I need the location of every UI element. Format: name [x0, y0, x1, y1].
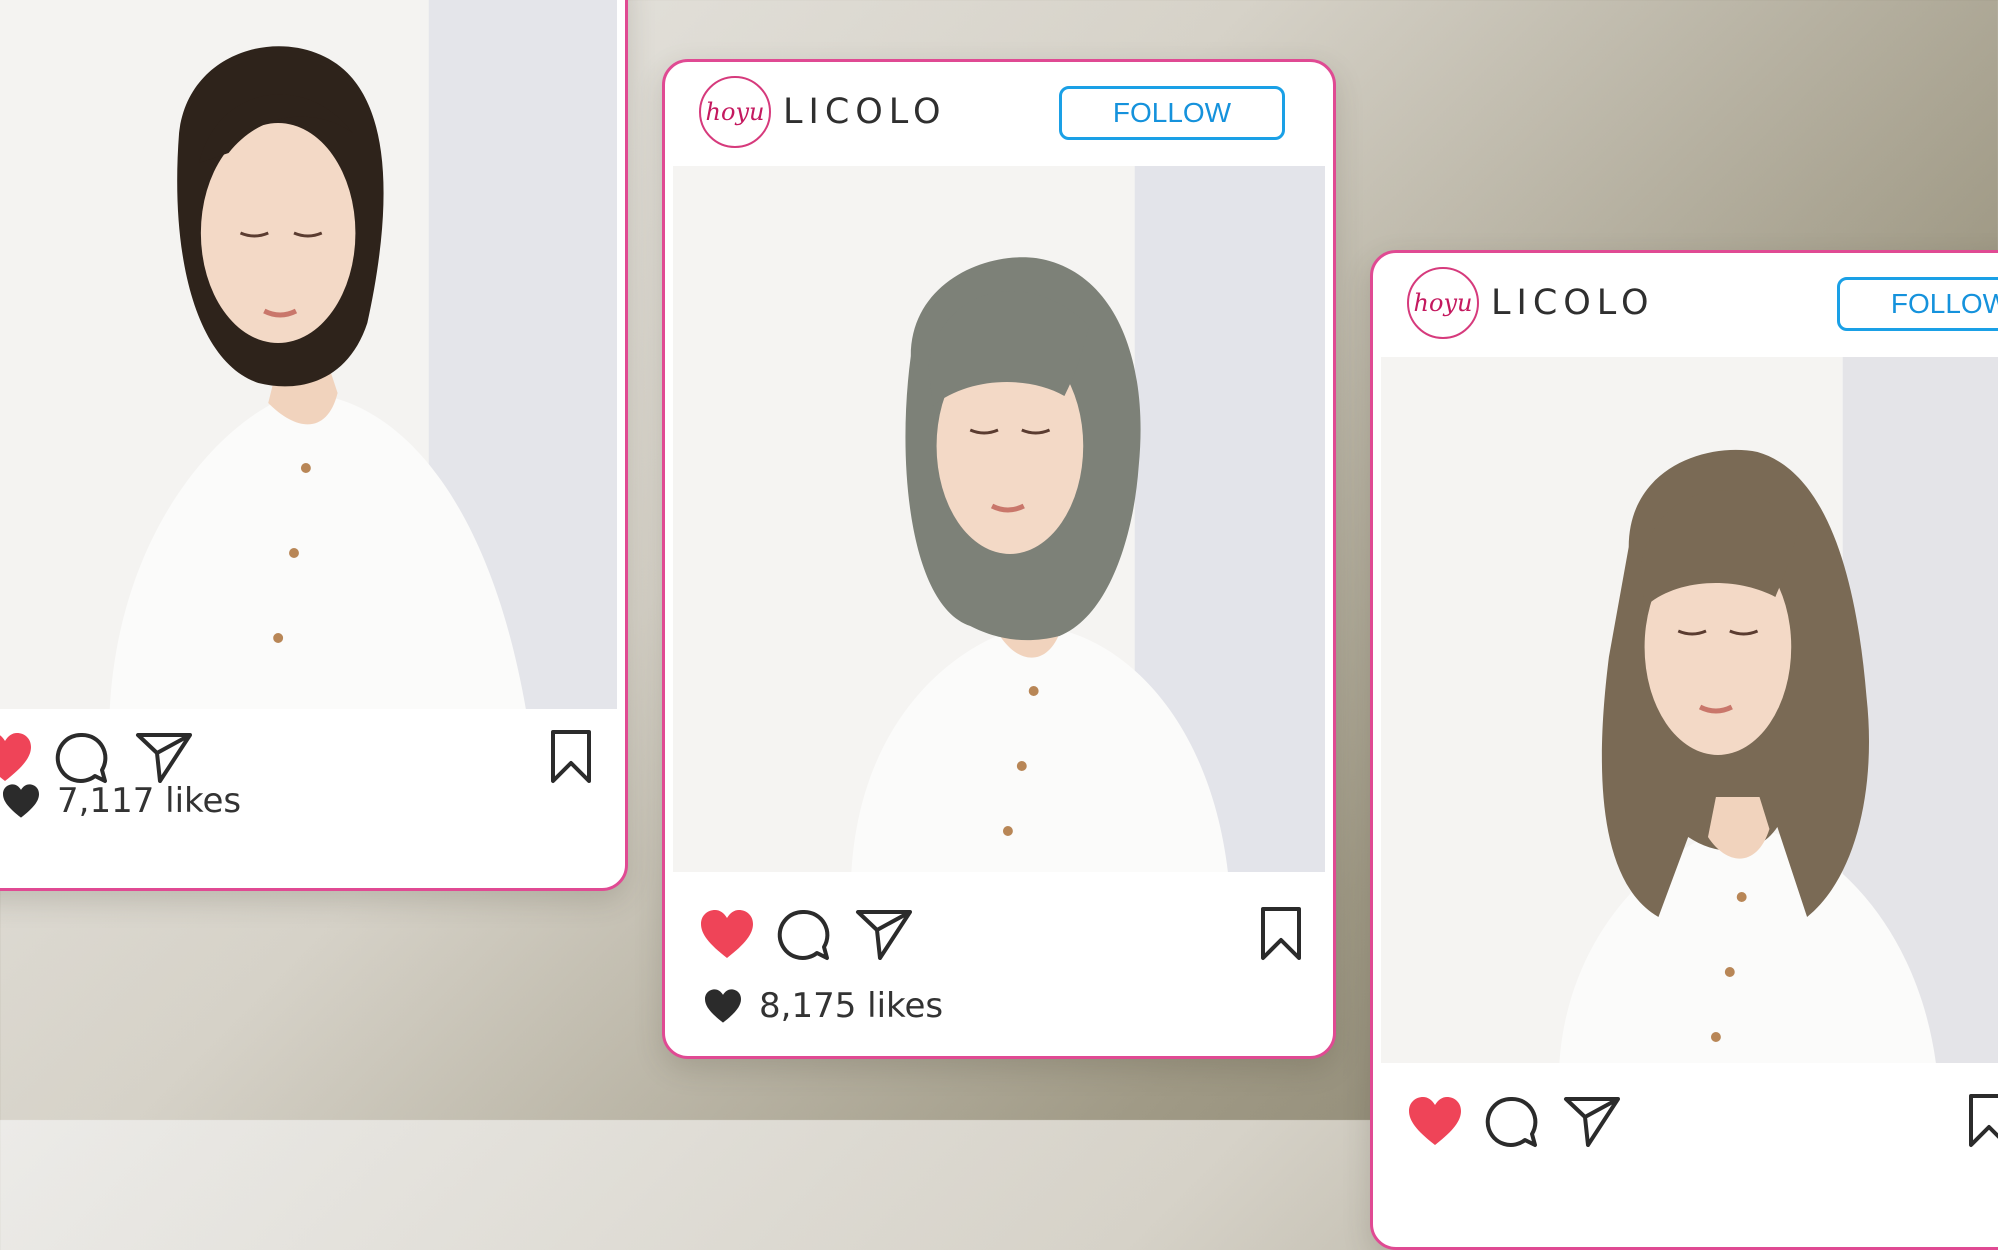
account-name: LICOLO [1491, 283, 1655, 323]
heart-icon[interactable] [699, 908, 755, 960]
comment-icon[interactable] [1485, 1095, 1539, 1149]
likes-row: 7,117 likes [1, 781, 241, 821]
woman-portrait-image [1381, 357, 1998, 1063]
account-name: LICOLO [783, 92, 947, 132]
share-icon[interactable] [855, 908, 913, 960]
heart-icon[interactable] [0, 731, 33, 783]
brand-account[interactable]: hoyu LICOLO [1407, 267, 1655, 339]
bookmark-icon[interactable] [549, 729, 593, 785]
post-actions [1373, 1089, 1998, 1159]
post-header: hoyu LICOLO FOLLOW [1373, 253, 1998, 357]
likes-count[interactable]: 7,117 likes [57, 781, 241, 821]
post-photo[interactable] [0, 0, 617, 709]
hoyu-logo: hoyu [1407, 267, 1479, 339]
hoyu-logo: hoyu [699, 76, 771, 148]
likes-row: 8,175 likes [703, 986, 943, 1026]
share-icon[interactable] [1563, 1095, 1621, 1147]
post-header: hoyu LICOLO FOLLOW [665, 62, 1333, 166]
likes-heart-icon [3, 784, 39, 818]
likes-count[interactable]: 8,175 likes [759, 986, 943, 1026]
woman-portrait-image [673, 166, 1325, 872]
post-card-2: hoyu LICOLO FOLLOW 8,175 likes [662, 59, 1336, 1059]
share-icon[interactable] [135, 731, 193, 783]
bookmark-icon[interactable] [1967, 1093, 1998, 1149]
comment-icon[interactable] [777, 908, 831, 962]
likes-heart-icon [705, 989, 741, 1023]
follow-button[interactable]: FOLLOW [1059, 86, 1285, 140]
post-photo[interactable] [1381, 357, 1998, 1063]
follow-button[interactable]: FOLLOW [1837, 277, 1998, 331]
woman-portrait-image [0, 0, 617, 709]
post-card-3: hoyu LICOLO FOLLOW [1370, 250, 1998, 1250]
brand-account[interactable]: hoyu LICOLO [699, 76, 947, 148]
heart-icon[interactable] [1407, 1095, 1463, 1147]
comment-icon[interactable] [55, 731, 109, 785]
post-photo[interactable] [673, 166, 1325, 872]
bookmark-icon[interactable] [1259, 906, 1303, 962]
post-actions [665, 902, 1333, 972]
post-card-1: 7,117 likes [0, 0, 628, 891]
